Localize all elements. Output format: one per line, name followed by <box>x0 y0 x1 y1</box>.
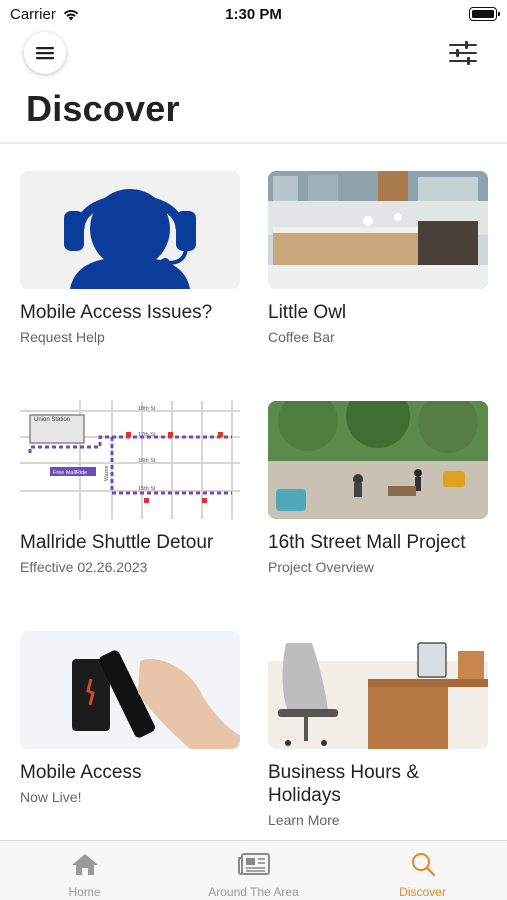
card-business-hours-holidays[interactable]: Business Hours & Holidays Learn More <box>268 631 488 828</box>
tab-label: Home <box>68 885 101 899</box>
card-mobile-access[interactable]: Mobile Access Now Live! <box>20 631 240 805</box>
street-mall-photo <box>268 401 488 519</box>
menu-button[interactable] <box>24 32 66 74</box>
tab-discover[interactable]: Discover <box>338 841 507 900</box>
support-headset-image <box>20 171 240 289</box>
map-label-street-3: 16th St <box>138 458 156 464</box>
filter-button[interactable] <box>443 36 483 70</box>
status-bar: Carrier 1:30 PM <box>0 0 507 30</box>
page-title: Discover <box>26 88 180 129</box>
card-title: 16th Street Mall Project <box>268 532 466 553</box>
card-title: Mobile Access <box>20 762 142 783</box>
tab-label: Discover <box>399 885 446 899</box>
detour-map-image: Union Station 18th St 17th St 16th St 15… <box>20 401 240 519</box>
card-title: Mobile Access Issues? <box>20 302 213 323</box>
card-title: Business Hours & Holidays <box>268 762 420 806</box>
card-subtitle: Effective 02.26.2023 <box>20 559 148 575</box>
coffee-bar-photo <box>268 171 488 289</box>
search-icon <box>411 853 435 877</box>
header-divider <box>0 142 507 144</box>
card-mobile-access-issues[interactable]: Mobile Access Issues? Request Help <box>20 171 240 345</box>
card-title: Mallride Shuttle Detour <box>20 532 214 553</box>
sliders-filter-icon <box>449 41 477 65</box>
card-16th-street-mall-project[interactable]: 16th Street Mall Project Project Overvie… <box>268 401 488 575</box>
phone-reader-photo <box>20 631 240 749</box>
home-icon <box>71 854 98 875</box>
battery-icon <box>469 7 500 21</box>
map-label-street-1: 18th St <box>138 406 156 412</box>
hamburger-menu-icon <box>36 47 54 60</box>
card-subtitle: Request Help <box>20 329 105 345</box>
card-subtitle: Coffee Bar <box>268 329 335 345</box>
map-label-street-4: 15th St <box>138 486 156 492</box>
status-time: 1:30 PM <box>225 6 282 23</box>
card-subtitle: Project Overview <box>268 559 374 575</box>
map-label-union-station: Union Station <box>34 417 70 423</box>
map-label-free-mallride: Free MallRide <box>53 470 87 476</box>
card-subtitle: Learn More <box>268 812 340 828</box>
tab-label: Around The Area <box>208 885 299 899</box>
tab-bar: Home Around The Area Discover <box>0 840 507 900</box>
card-subtitle: Now Live! <box>20 789 82 805</box>
tab-home[interactable]: Home <box>0 841 169 900</box>
card-mallride-shuttle-detour[interactable]: Union Station 18th St 17th St 16th St 15… <box>20 401 240 575</box>
card-little-owl[interactable]: Little Owl Coffee Bar <box>268 171 488 345</box>
newspaper-icon <box>237 853 270 875</box>
map-label-wazee: Wazee <box>104 465 110 481</box>
tab-around-the-area[interactable]: Around The Area <box>169 841 338 900</box>
office-desk-photo <box>268 631 488 749</box>
card-title: Little Owl <box>268 302 347 323</box>
